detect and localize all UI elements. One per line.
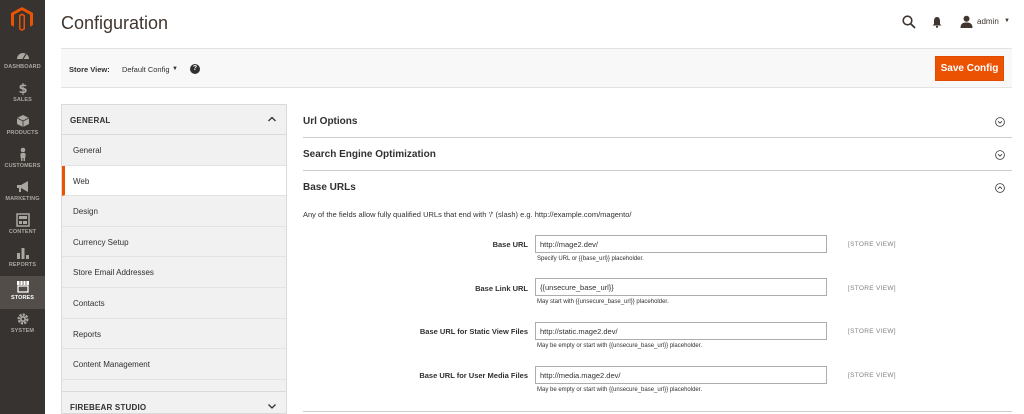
nav-label: PRODUCTS: [6, 130, 39, 136]
nav-sales[interactable]: $ SALES: [0, 78, 45, 111]
nav-stores[interactable]: STORES: [0, 276, 45, 309]
dollar-icon: $: [18, 82, 27, 95]
expand-icon: [995, 150, 1005, 160]
nav-label: CUSTOMERS: [4, 163, 41, 169]
divider: [303, 411, 1012, 412]
tab-currency-setup[interactable]: Currency Setup: [62, 227, 286, 258]
config-tabs: GENERAL General Web Design Currency Setu…: [61, 104, 287, 414]
tab-label: Web: [73, 176, 90, 186]
store-view-bar: Store View: Default Config ▼ ? Save Conf…: [61, 48, 1012, 88]
tab-label: Store Email Addresses: [73, 268, 154, 278]
section-base-urls[interactable]: Base URLs: [303, 171, 1012, 204]
field-label: Base URL for Static View Files: [419, 327, 528, 336]
section-title: Search Engine Optimization: [303, 149, 436, 160]
field-note: May be empty or start with {{unsecure_ba…: [537, 343, 703, 349]
tab-label: Reports: [73, 329, 102, 339]
admin-sidebar: DASHBOARD $ SALES PRODUCTS CUSTOMERS MAR…: [0, 0, 45, 414]
field-scope: [STORE VIEW]: [848, 372, 896, 379]
tab-label: Currency Setup: [73, 237, 129, 247]
tab-store-email-addresses[interactable]: Store Email Addresses: [62, 257, 286, 288]
user-media-url-input[interactable]: [535, 366, 827, 384]
base-url-input[interactable]: [535, 235, 827, 253]
tab-label: Design: [73, 207, 98, 217]
section-title: Url Options: [303, 116, 358, 127]
nav-label: SALES: [13, 97, 32, 103]
nav-products[interactable]: PRODUCTS: [0, 111, 45, 144]
cube-icon: [16, 115, 29, 127]
chevron-up-icon: [268, 116, 276, 122]
person-icon: [20, 147, 25, 161]
tab-group-title: GENERAL: [70, 116, 111, 125]
chevron-down-icon[interactable]: ▼: [172, 66, 178, 72]
field-note: Specify URL or {{base_url}} placeholder.: [537, 256, 644, 262]
section-title: Base URLs: [303, 182, 356, 193]
nav-label: REPORTS: [8, 262, 37, 268]
save-config-button[interactable]: Save Config: [935, 56, 1004, 81]
tab-design[interactable]: Design: [62, 196, 286, 227]
nav-label: CONTENT: [8, 229, 37, 235]
magento-logo[interactable]: [11, 7, 33, 31]
nav-label: DASHBOARD: [4, 64, 41, 70]
field-scope: [STORE VIEW]: [848, 328, 896, 335]
field-label: Base URL: [492, 240, 528, 249]
section-search-engine-optimization[interactable]: Search Engine Optimization: [303, 138, 1012, 171]
tab-reports[interactable]: Reports: [62, 319, 286, 350]
nav-customers[interactable]: CUSTOMERS: [0, 144, 45, 177]
nav-system[interactable]: SYSTEM: [0, 309, 45, 342]
section-url-options[interactable]: Url Options: [303, 105, 1012, 138]
static-view-url-input[interactable]: [535, 322, 827, 340]
bell-icon[interactable]: [931, 16, 943, 28]
tab-label: General: [73, 146, 102, 155]
nav-label: MARKETING: [5, 196, 40, 202]
field-scope: [STORE VIEW]: [848, 241, 896, 248]
tab-label: Contacts: [73, 299, 105, 308]
nav-content[interactable]: CONTENT: [0, 210, 45, 243]
nav-reports[interactable]: REPORTS: [0, 243, 45, 276]
field-note: May start with {{unsecure_base_url}} pla…: [537, 299, 669, 305]
store-icon: [16, 281, 29, 293]
nav-marketing[interactable]: MARKETING: [0, 177, 45, 210]
chevron-down-icon[interactable]: ▼: [1004, 18, 1010, 24]
expand-icon: [995, 117, 1005, 127]
layout-icon: [15, 213, 30, 227]
tab-label: Content Management: [73, 360, 150, 370]
collapse-icon: [995, 183, 1005, 193]
field-label: Base Link URL: [475, 284, 528, 293]
base-link-url-input[interactable]: [535, 278, 827, 296]
search-icon[interactable]: [902, 15, 916, 29]
user-menu-name[interactable]: admin: [977, 17, 999, 26]
tab-content-management[interactable]: Content Management: [62, 349, 286, 380]
field-note: May be empty or start with {{unsecure_ba…: [537, 387, 703, 393]
tab-group-firebear-studio[interactable]: FIREBEAR STUDIO: [62, 391, 286, 414]
megaphone-icon: [16, 181, 28, 192]
field-scope: [STORE VIEW]: [848, 285, 896, 292]
help-icon[interactable]: ?: [190, 64, 200, 74]
chevron-down-icon: [268, 404, 276, 409]
base-urls-hint: Any of the fields allow fully qualified …: [303, 210, 632, 219]
tab-web[interactable]: Web: [62, 165, 286, 197]
tab-contacts[interactable]: Contacts: [62, 288, 286, 319]
tab-general[interactable]: General: [62, 135, 286, 166]
user-icon[interactable]: [960, 15, 973, 28]
page-title: Configuration: [61, 13, 169, 33]
field-label: Base URL for User Media Files: [419, 371, 528, 380]
nav-label: SYSTEM: [10, 328, 35, 334]
gear-icon: [16, 313, 29, 325]
store-view-label: Store View:: [69, 65, 110, 74]
nav-dashboard[interactable]: DASHBOARD: [0, 45, 45, 78]
bar-chart-icon: [16, 248, 29, 259]
dashboard-icon: [16, 53, 29, 60]
tab-group-general[interactable]: GENERAL: [62, 105, 286, 135]
nav-label: STORES: [10, 295, 35, 301]
svg-text:$: $: [18, 82, 27, 95]
store-view-switcher[interactable]: Default Config: [122, 65, 170, 74]
tab-group-title: FIREBEAR STUDIO: [70, 403, 147, 412]
